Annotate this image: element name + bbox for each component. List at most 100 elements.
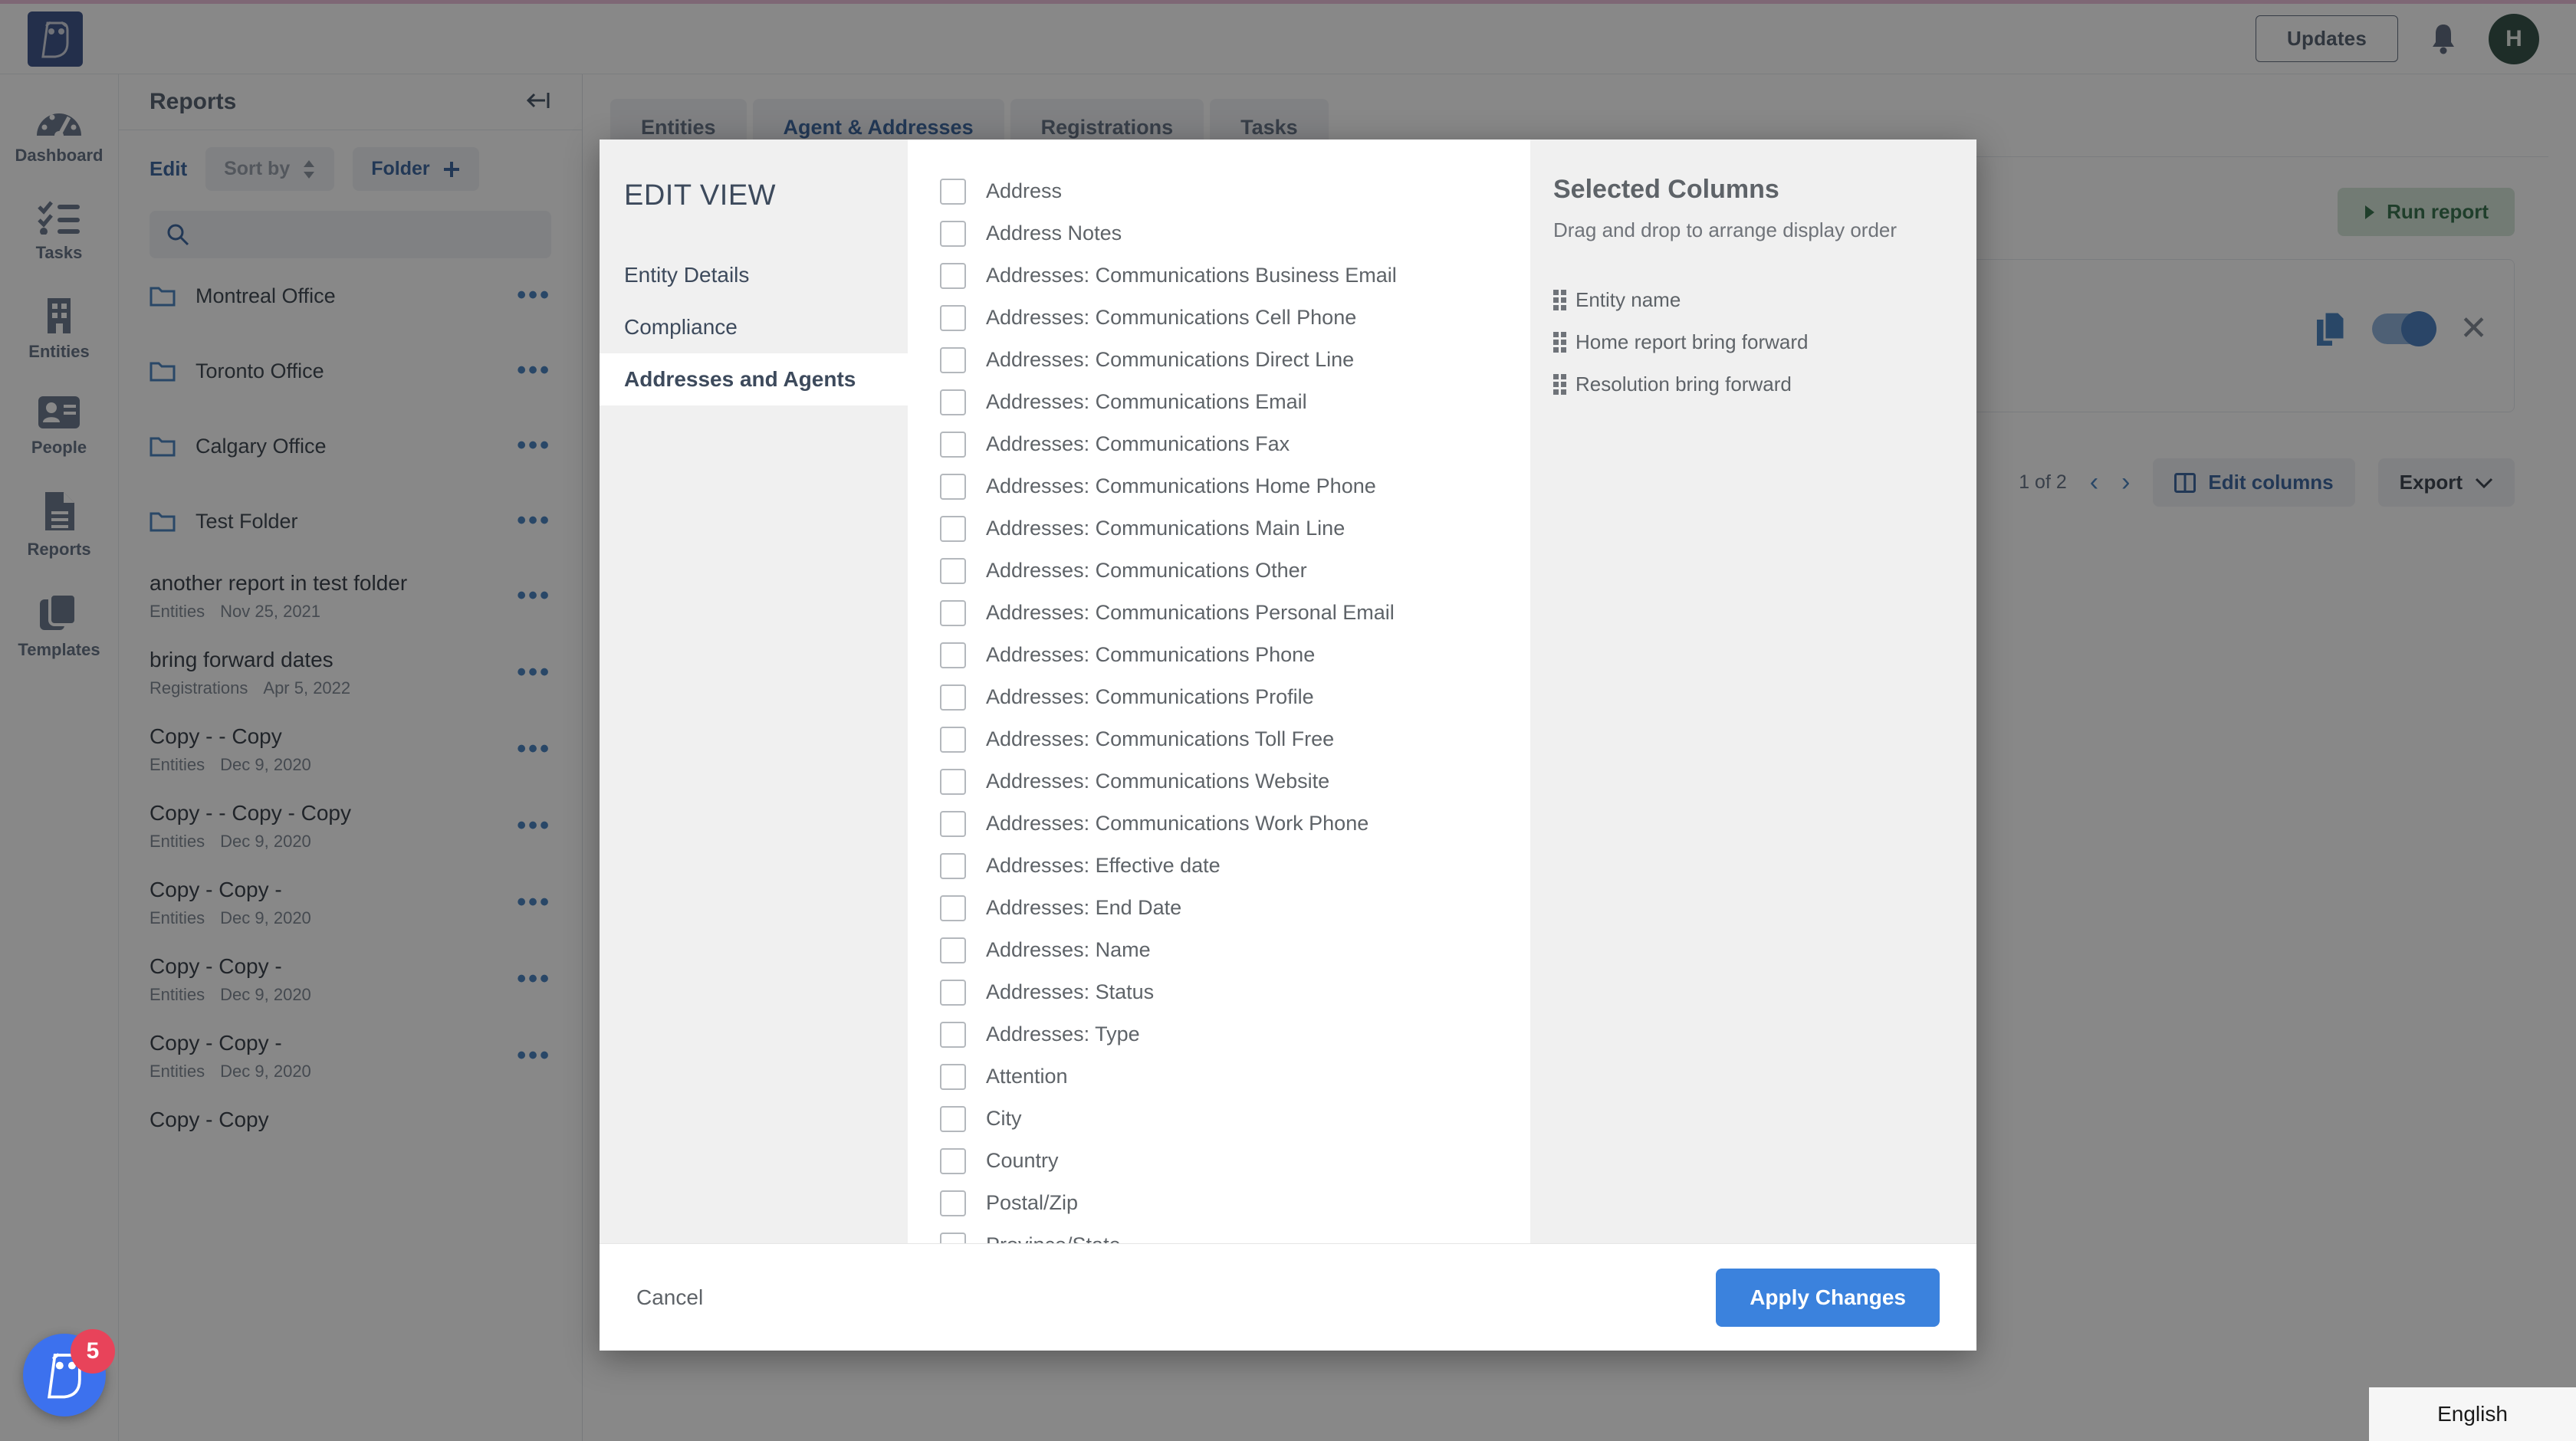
drag-handle-icon[interactable] bbox=[1553, 332, 1566, 353]
language-selector[interactable]: English bbox=[2369, 1387, 2576, 1441]
checkbox-label: Addresses: Name bbox=[986, 938, 1151, 962]
dialog-nav-item-compliance[interactable]: Compliance bbox=[600, 301, 908, 353]
checkbox-label: Addresses: Communications Personal Email bbox=[986, 601, 1395, 625]
dialog-nav: EDIT VIEW Entity Details Compliance Addr… bbox=[600, 140, 908, 1243]
screen: Updates H Dashboard bbox=[0, 0, 2576, 1441]
checkbox-row[interactable]: Addresses: Communications Email bbox=[940, 381, 1530, 423]
checkbox-row[interactable]: Addresses: Communications Business Email bbox=[940, 254, 1530, 297]
checkbox-label: Attention bbox=[986, 1065, 1068, 1088]
checkbox[interactable] bbox=[940, 389, 966, 415]
checkbox-row[interactable]: Addresses: Communications Other bbox=[940, 550, 1530, 592]
apply-changes-button[interactable]: Apply Changes bbox=[1716, 1269, 1940, 1327]
checkbox-row[interactable]: Addresses: End Date bbox=[940, 887, 1530, 929]
checkbox-label: City bbox=[986, 1107, 1022, 1131]
cancel-button[interactable]: Cancel bbox=[636, 1285, 703, 1310]
checkbox-row[interactable]: Addresses: Communications Personal Email bbox=[940, 592, 1530, 634]
checkbox-row[interactable]: Province/State bbox=[940, 1224, 1530, 1243]
checkbox[interactable] bbox=[940, 727, 966, 753]
selected-column-label: Entity name bbox=[1576, 288, 1681, 312]
checkbox-label: Address Notes bbox=[986, 222, 1122, 245]
checkbox-row[interactable]: Addresses: Communications Website bbox=[940, 760, 1530, 803]
checkbox-row[interactable]: Attention bbox=[940, 1055, 1530, 1098]
checkbox[interactable] bbox=[940, 474, 966, 500]
checkbox-row[interactable]: Address Notes bbox=[940, 212, 1530, 254]
checkbox-label: Addresses: Communications Fax bbox=[986, 432, 1290, 456]
checkbox-label: Country bbox=[986, 1149, 1059, 1173]
dialog-nav-item-entity-details[interactable]: Entity Details bbox=[600, 249, 908, 301]
checkbox-row[interactable]: Addresses: Effective date bbox=[940, 845, 1530, 887]
checkbox-label: Addresses: Type bbox=[986, 1022, 1140, 1046]
available-columns-list[interactable]: Address Address Notes Addresses: Communi… bbox=[908, 140, 1530, 1243]
checkbox-label: Addresses: Communications Direct Line bbox=[986, 348, 1354, 372]
checkbox[interactable] bbox=[940, 769, 966, 795]
checkbox[interactable] bbox=[940, 980, 966, 1006]
checkbox[interactable] bbox=[940, 347, 966, 373]
selected-columns-subtitle: Drag and drop to arrange display order bbox=[1553, 218, 1976, 242]
selected-column-item[interactable]: Resolution bring forward bbox=[1553, 373, 1976, 396]
checkbox[interactable] bbox=[940, 1190, 966, 1216]
checkbox-row[interactable]: Addresses: Status bbox=[940, 971, 1530, 1013]
checkbox-row[interactable]: Addresses: Communications Home Phone bbox=[940, 465, 1530, 507]
checkbox-row[interactable]: Addresses: Name bbox=[940, 929, 1530, 971]
dialog-nav-item-addresses-and-agents[interactable]: Addresses and Agents bbox=[600, 353, 908, 405]
checkbox[interactable] bbox=[940, 895, 966, 921]
checkbox[interactable] bbox=[940, 811, 966, 837]
checkbox[interactable] bbox=[940, 684, 966, 711]
checkbox-label: Addresses: Communications Cell Phone bbox=[986, 306, 1356, 330]
checkbox[interactable] bbox=[940, 937, 966, 963]
dialog-body: EDIT VIEW Entity Details Compliance Addr… bbox=[600, 140, 1976, 1243]
checkbox-label: Addresses: Communications Work Phone bbox=[986, 812, 1368, 835]
checkbox[interactable] bbox=[940, 305, 966, 331]
checkbox-row[interactable]: Addresses: Communications Cell Phone bbox=[940, 297, 1530, 339]
checkbox-label: Addresses: Communications Business Email bbox=[986, 264, 1397, 287]
checkbox-label: Addresses: Communications Email bbox=[986, 390, 1307, 414]
checkbox[interactable] bbox=[940, 558, 966, 584]
checkbox-row[interactable]: Postal/Zip bbox=[940, 1182, 1530, 1224]
checkbox-row[interactable]: City bbox=[940, 1098, 1530, 1140]
edit-view-dialog: EDIT VIEW Entity Details Compliance Addr… bbox=[600, 140, 1976, 1351]
checkbox[interactable] bbox=[940, 642, 966, 668]
dialog-footer: Cancel Apply Changes bbox=[600, 1243, 1976, 1351]
checkbox-row[interactable]: Addresses: Communications Fax bbox=[940, 423, 1530, 465]
checkbox-row[interactable]: Addresses: Communications Toll Free bbox=[940, 718, 1530, 760]
checkbox-label: Addresses: Communications Main Line bbox=[986, 517, 1345, 540]
selected-columns-list: Entity name Home report bring forward Re… bbox=[1553, 288, 1976, 396]
checkbox-row[interactable]: Address bbox=[940, 170, 1530, 212]
checkbox-label: Addresses: Communications Home Phone bbox=[986, 474, 1376, 498]
checkbox-label: Addresses: Communications Profile bbox=[986, 685, 1314, 709]
checkbox[interactable] bbox=[940, 432, 966, 458]
checkbox-row[interactable]: Addresses: Communications Phone bbox=[940, 634, 1530, 676]
drag-handle-icon[interactable] bbox=[1553, 374, 1566, 395]
selected-column-item[interactable]: Entity name bbox=[1553, 288, 1976, 312]
checkbox-label: Addresses: Communications Phone bbox=[986, 643, 1315, 667]
checkbox[interactable] bbox=[940, 221, 966, 247]
chat-unread-badge: 5 bbox=[71, 1329, 115, 1374]
checkbox[interactable] bbox=[940, 179, 966, 205]
checkbox-label: Addresses: Communications Toll Free bbox=[986, 727, 1334, 751]
checkbox-label: Addresses: End Date bbox=[986, 896, 1181, 920]
checkbox-row[interactable]: Country bbox=[940, 1140, 1530, 1182]
checkbox-label: Addresses: Effective date bbox=[986, 854, 1221, 878]
checkbox[interactable] bbox=[940, 263, 966, 289]
checkbox-label: Postal/Zip bbox=[986, 1191, 1078, 1215]
checkbox[interactable] bbox=[940, 1064, 966, 1090]
checkbox-row[interactable]: Addresses: Communications Main Line bbox=[940, 507, 1530, 550]
checkbox-row[interactable]: Addresses: Communications Work Phone bbox=[940, 803, 1530, 845]
checkbox-row[interactable]: Addresses: Type bbox=[940, 1013, 1530, 1055]
selected-column-item[interactable]: Home report bring forward bbox=[1553, 330, 1976, 354]
chat-widget-button[interactable]: 5 bbox=[23, 1334, 106, 1416]
checkbox[interactable] bbox=[940, 516, 966, 542]
checkbox[interactable] bbox=[940, 1148, 966, 1174]
selected-column-label: Resolution bring forward bbox=[1576, 373, 1792, 396]
drag-handle-icon[interactable] bbox=[1553, 290, 1566, 310]
dialog-title: EDIT VIEW bbox=[600, 179, 908, 212]
checkbox-row[interactable]: Addresses: Communications Profile bbox=[940, 676, 1530, 718]
checkbox-row[interactable]: Addresses: Communications Direct Line bbox=[940, 339, 1530, 381]
checkbox[interactable] bbox=[940, 1022, 966, 1048]
checkbox-label: Addresses: Status bbox=[986, 980, 1154, 1004]
dialog-nav-list: Entity Details Compliance Addresses and … bbox=[600, 249, 908, 405]
checkbox[interactable] bbox=[940, 1106, 966, 1132]
checkbox[interactable] bbox=[940, 1233, 966, 1244]
checkbox[interactable] bbox=[940, 853, 966, 879]
checkbox[interactable] bbox=[940, 600, 966, 626]
